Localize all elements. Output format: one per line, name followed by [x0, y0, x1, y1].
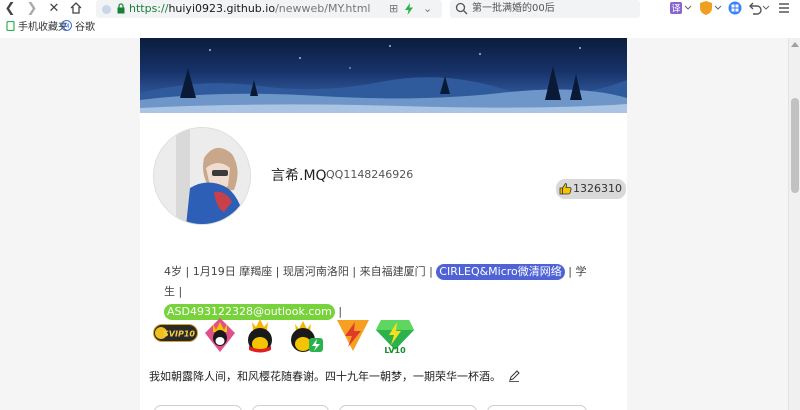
svg-text:M: M: [64, 22, 70, 30]
lightning-shield-badge[interactable]: [335, 318, 371, 352]
like-button[interactable]: 1326310: [556, 179, 626, 199]
tag-pill[interactable]: [154, 405, 242, 410]
url-dropdown-icon[interactable]: ⌄: [423, 2, 432, 16]
level-label: LV10: [384, 346, 406, 355]
lock-icon: [117, 3, 125, 14]
scroll-thumb[interactable]: [791, 98, 799, 193]
address-bar[interactable]: https://huiyi0923.github.io/newweb/MY.ht…: [96, 0, 442, 18]
home-icon[interactable]: [68, 1, 84, 17]
page-scrollbar[interactable]: [788, 38, 800, 410]
tag-pill[interactable]: [252, 405, 329, 410]
bookmark-google[interactable]: M 谷歌: [61, 20, 95, 36]
browser-toolbar: ❮ ❯ ✕ https://huiyi0923.github.io/newweb…: [0, 0, 800, 18]
info-sep-2: |: [334, 305, 343, 318]
thumbs-up-icon: [559, 183, 572, 195]
motto-text: 我如朝露降人间，和风樱花随春谢。四十九年一朝梦，一期荣华一杯酒。: [149, 370, 501, 383]
vip-penguin-badge[interactable]: [243, 316, 277, 354]
google-icon: M: [61, 20, 72, 31]
avatar[interactable]: [153, 127, 251, 225]
display-name: 言希.MQ: [271, 168, 327, 184]
shield-icon[interactable]: [700, 1, 722, 17]
tag-pill[interactable]: [339, 405, 477, 410]
svg-text:译: 译: [671, 4, 680, 15]
profile-card: 言希.MQ QQ1148246926 1326310 4岁 | 1月19日 摩羯…: [140, 38, 627, 410]
level-gem-badge[interactable]: LV10: [375, 316, 415, 356]
search-placeholder: 第一批满婚的00后: [472, 3, 555, 14]
bookmark-mobile[interactable]: 手机收藏夹: [6, 20, 68, 36]
menu-icon[interactable]: [778, 1, 790, 17]
phone-icon: [6, 21, 15, 31]
like-count: 1326310: [573, 182, 622, 195]
motto: 我如朝露降人间，和风樱花随春谢。四十九年一朝梦，一期荣华一杯酒。: [149, 368, 520, 384]
lightning-penguin-badge[interactable]: [285, 318, 325, 354]
close-icon[interactable]: ✕: [46, 1, 62, 17]
apps-icon[interactable]: [728, 1, 742, 17]
tag-pill[interactable]: [487, 405, 587, 410]
forward-icon[interactable]: ❯: [24, 1, 40, 17]
profile-info: 4岁 | 1月19日 摩羯座 | 现居河南洛阳 | 来自福建厦门 | CIRLE…: [164, 262, 594, 322]
page-viewport: 言希.MQ QQ1148246926 1326310 4岁 | 1月19日 摩羯…: [0, 38, 788, 410]
scroll-up-arrow[interactable]: [791, 42, 799, 47]
qq-number: QQ1148246926: [326, 168, 414, 181]
url-text: https://huiyi0923.github.io/newweb/MY.ht…: [129, 2, 371, 15]
org-chip[interactable]: CIRLEQ&Micro微清网络: [436, 264, 565, 280]
bookmarks-bar: 手机收藏夹 M 谷歌: [0, 20, 800, 36]
site-info-icon[interactable]: [102, 5, 111, 14]
undo-icon[interactable]: [748, 1, 770, 17]
edit-icon[interactable]: [508, 370, 520, 382]
svip-badge[interactable]: SVIP10: [153, 324, 198, 342]
grid-icon[interactable]: ⊞: [389, 2, 398, 16]
lightning-icon[interactable]: [404, 3, 414, 15]
crown-penguin-badge[interactable]: [203, 316, 237, 354]
search-icon: [455, 2, 468, 15]
info-text: 4岁 | 1月19日 摩羯座 | 现居河南洛阳 | 来自福建厦门 |: [164, 265, 437, 278]
svip-label: SVIP10: [163, 330, 195, 339]
back-icon[interactable]: ❮: [2, 1, 18, 17]
search-box[interactable]: 第一批满婚的00后: [450, 0, 640, 18]
profile-banner: [140, 38, 627, 113]
browser-chrome: ❮ ❯ ✕ https://huiyi0923.github.io/newweb…: [0, 0, 800, 38]
extensions-icon[interactable]: 译: [670, 1, 692, 17]
